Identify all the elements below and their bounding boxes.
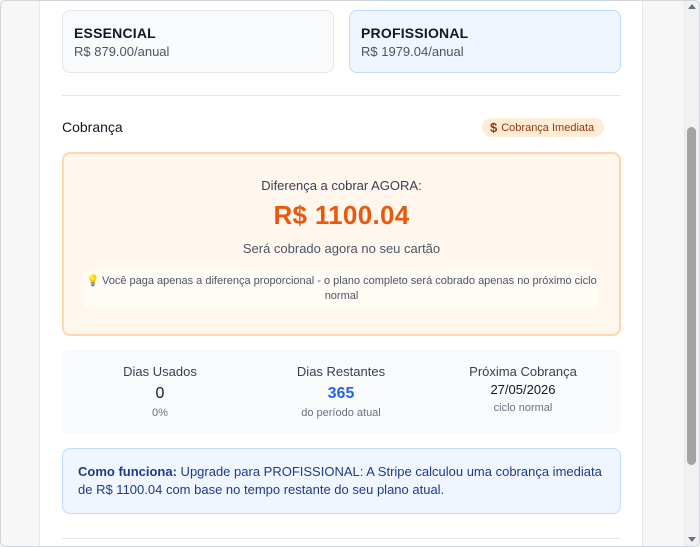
footer-divider <box>62 538 621 539</box>
billing-stats-panel: Dias Usados 0 0% Dias Restantes 365 do p… <box>62 349 621 434</box>
section-divider <box>62 95 621 96</box>
proration-note: 💡 Você paga apenas a diferença proporcion… <box>84 269 599 309</box>
scroll-up-arrow-icon[interactable] <box>688 4 696 9</box>
scroll-down-arrow-icon[interactable] <box>688 537 696 542</box>
charge-amount: R$ 1100.04 <box>273 200 410 230</box>
badge-label: Cobrança Imediata <box>501 121 595 134</box>
target-plan-price: R$ 1979.04/anual <box>361 44 464 59</box>
stat-subtext: ciclo normal <box>493 402 553 414</box>
stat-subtext: 0% <box>152 407 168 419</box>
upgrade-content: ESSENCIAL R$ 879.00/anual PROFISSIONAL R… <box>41 1 642 546</box>
lightbulb-icon: 💡 <box>86 275 100 287</box>
charge-subtext: Será cobrado agora no seu cartão <box>242 241 441 256</box>
billing-section-title: Cobrança <box>62 119 123 135</box>
stat-value: 27/05/2026 <box>490 382 556 397</box>
stat-label: Dias Usados <box>123 364 197 379</box>
charge-summary-box: Diferença a cobrar AGORA: R$ 1100.04 Ser… <box>62 152 621 336</box>
target-plan-name: PROFISSIONAL <box>361 25 469 41</box>
stat-value: 0 <box>155 385 165 402</box>
current-plan-card: ESSENCIAL R$ 879.00/anual <box>62 10 334 73</box>
stat-subtext: do período atual <box>301 407 381 419</box>
scrollbar-thumb[interactable] <box>687 127 696 465</box>
how-it-works-info: Como funciona: Upgrade para PROFISSIONAL… <box>62 448 621 514</box>
stat-value: 365 <box>327 385 355 402</box>
upgrade-dialog-window: ESSENCIAL R$ 879.00/anual PROFISSIONAL R… <box>0 0 700 547</box>
dollar-icon: $ <box>490 120 498 135</box>
stat-days-used: Dias Usados 0 0% <box>67 364 253 420</box>
right-gutter <box>642 1 684 546</box>
target-plan-card: PROFISSIONAL R$ 1979.04/anual <box>349 10 621 73</box>
stat-next-charge: Próxima Cobrança 27/05/2026 ciclo normal <box>430 364 616 415</box>
stat-days-remaining: Dias Restantes 365 do período atual <box>248 364 434 420</box>
charge-label: Diferença a cobrar AGORA: <box>261 178 422 193</box>
immediate-charge-badge: $ Cobrança Imediata <box>482 118 605 137</box>
stat-label: Dias Restantes <box>296 364 386 379</box>
proration-note-text: Você paga apenas a diferença proporciona… <box>101 275 597 302</box>
current-plan-name: ESSENCIAL <box>74 25 156 41</box>
vertical-scrollbar[interactable] <box>684 1 699 546</box>
stat-label: Próxima Cobrança <box>469 364 577 379</box>
info-heading: Como funciona: <box>78 464 177 479</box>
left-gutter <box>1 1 40 546</box>
current-plan-price: R$ 879.00/anual <box>74 44 170 59</box>
